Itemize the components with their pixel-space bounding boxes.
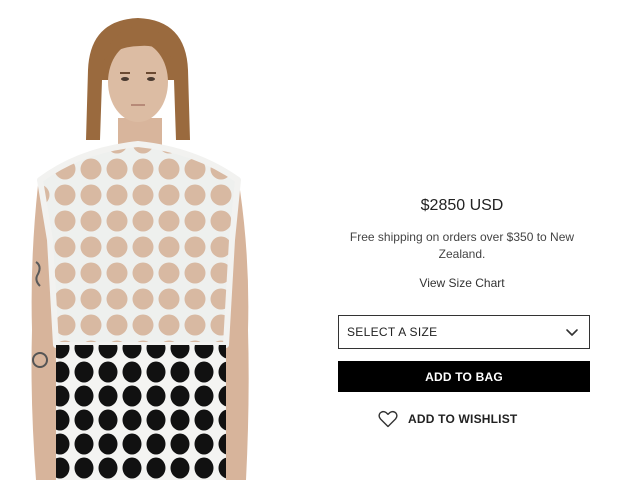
size-select-dropdown[interactable]: SELECT A SIZE [338,315,590,349]
add-to-bag-button[interactable]: ADD TO BAG [338,361,590,392]
view-size-chart-link[interactable]: View Size Chart [330,276,594,290]
model-photo [0,0,300,480]
chevron-down-icon [566,329,578,336]
wishlist-label: ADD TO WISHLIST [408,412,518,426]
product-image[interactable] [0,0,300,480]
add-to-wishlist-button[interactable]: ADD TO WISHLIST [378,408,517,430]
product-price: $2850 USD [420,197,504,214]
heart-outline-icon [378,410,398,428]
shipping-note: Free shipping on orders over $350 to New… [349,230,575,261]
size-select-label: SELECT A SIZE [347,325,438,339]
product-info-panel: $2850 USD Free shipping on orders over $… [330,0,600,480]
